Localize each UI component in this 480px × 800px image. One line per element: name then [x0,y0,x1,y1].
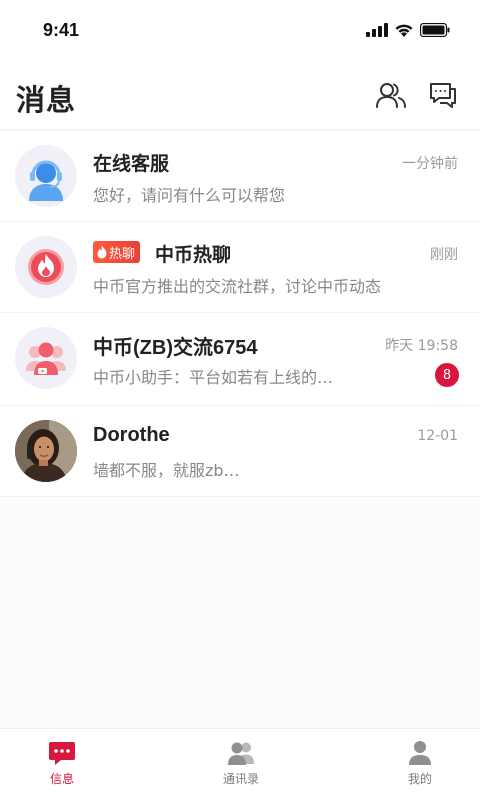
conversation-preview: 中币小助手：平台如若有上线的… [93,368,334,387]
conversation-preview: 墙都不服，就服zb… [93,461,240,480]
page-title: 消息 [16,83,77,117]
contacts-tab-icon [228,742,254,765]
battery-icon [420,23,450,37]
hot-tag-label: 热聊 [109,246,136,262]
conversation-time: 一分钟前 [402,156,458,172]
unread-badge: 8 [435,363,459,387]
tab-messages[interactable]: 信息 [12,729,112,800]
bottom-tab-bar: 信息 通讯录 我的 [0,728,480,800]
conversation-item-customer-service[interactable]: 在线客服 您好，请问有什么可以帮您 一分钟前 [0,131,480,222]
status-time: 9:41 [43,20,80,40]
small-flame-icon [97,245,107,259]
tab-messages-label: 信息 [49,772,74,786]
contacts-icon [376,83,406,108]
chat-bubbles-icon [430,83,456,108]
flame-icon [28,249,64,285]
conversation-name: 在线客服 [93,153,170,175]
conversation-name: 中币(ZB)交流6754 [93,337,258,359]
status-icons [366,20,450,40]
tab-mine-label: 我的 [407,772,432,786]
customer-service-icon [29,160,63,201]
tab-mine[interactable]: 我的 [370,729,470,800]
conversation-name: Dorothe [93,424,170,446]
user-profile-icon [409,741,431,765]
user-photo-avatar [15,420,77,482]
conversation-preview: 中币官方推出的交流社群，讨论中币动态 [93,277,382,296]
conversation-list: 在线客服 您好，请问有什么可以帮您 一分钟前 热聊 中币热聊 中币官方推出的交流… [0,131,480,497]
signal-icon [366,23,388,37]
new-chat-button[interactable] [426,78,460,112]
tab-contacts-label: 通讯录 [222,772,259,786]
avatar [15,236,77,298]
conversation-item-hot-chat[interactable]: 热聊 中币热聊 中币官方推出的交流社群，讨论中币动态 刚刚 [0,222,480,313]
status-bar: 9:41 [0,0,480,60]
conversation-time: 刚刚 [430,247,458,263]
conversation-item-dorothe[interactable]: Dorothe 墙都不服，就服zb… 12-01 [0,406,480,497]
user-photo-avatar-image [15,420,77,482]
contacts-button[interactable] [374,78,408,112]
conversation-time: 12-01 [417,428,458,444]
conversation-time: 昨天 19:58 [385,338,458,354]
header: 消息 [0,60,480,130]
tab-contacts[interactable]: 通讯录 [191,729,291,800]
avatar [15,327,77,389]
avatar [15,145,77,207]
hot-tag-badge: 热聊 [93,241,141,263]
conversation-item-group[interactable]: 中币(ZB)交流6754 中币小助手：平台如若有上线的… 昨天 19:58 8 [0,313,480,406]
conversation-name: 中币热聊 [155,244,232,266]
group-icon [26,342,66,375]
message-bubble-icon [49,742,75,765]
conversation-preview: 您好，请问有什么可以帮您 [93,186,286,205]
wifi-icon [395,24,413,37]
